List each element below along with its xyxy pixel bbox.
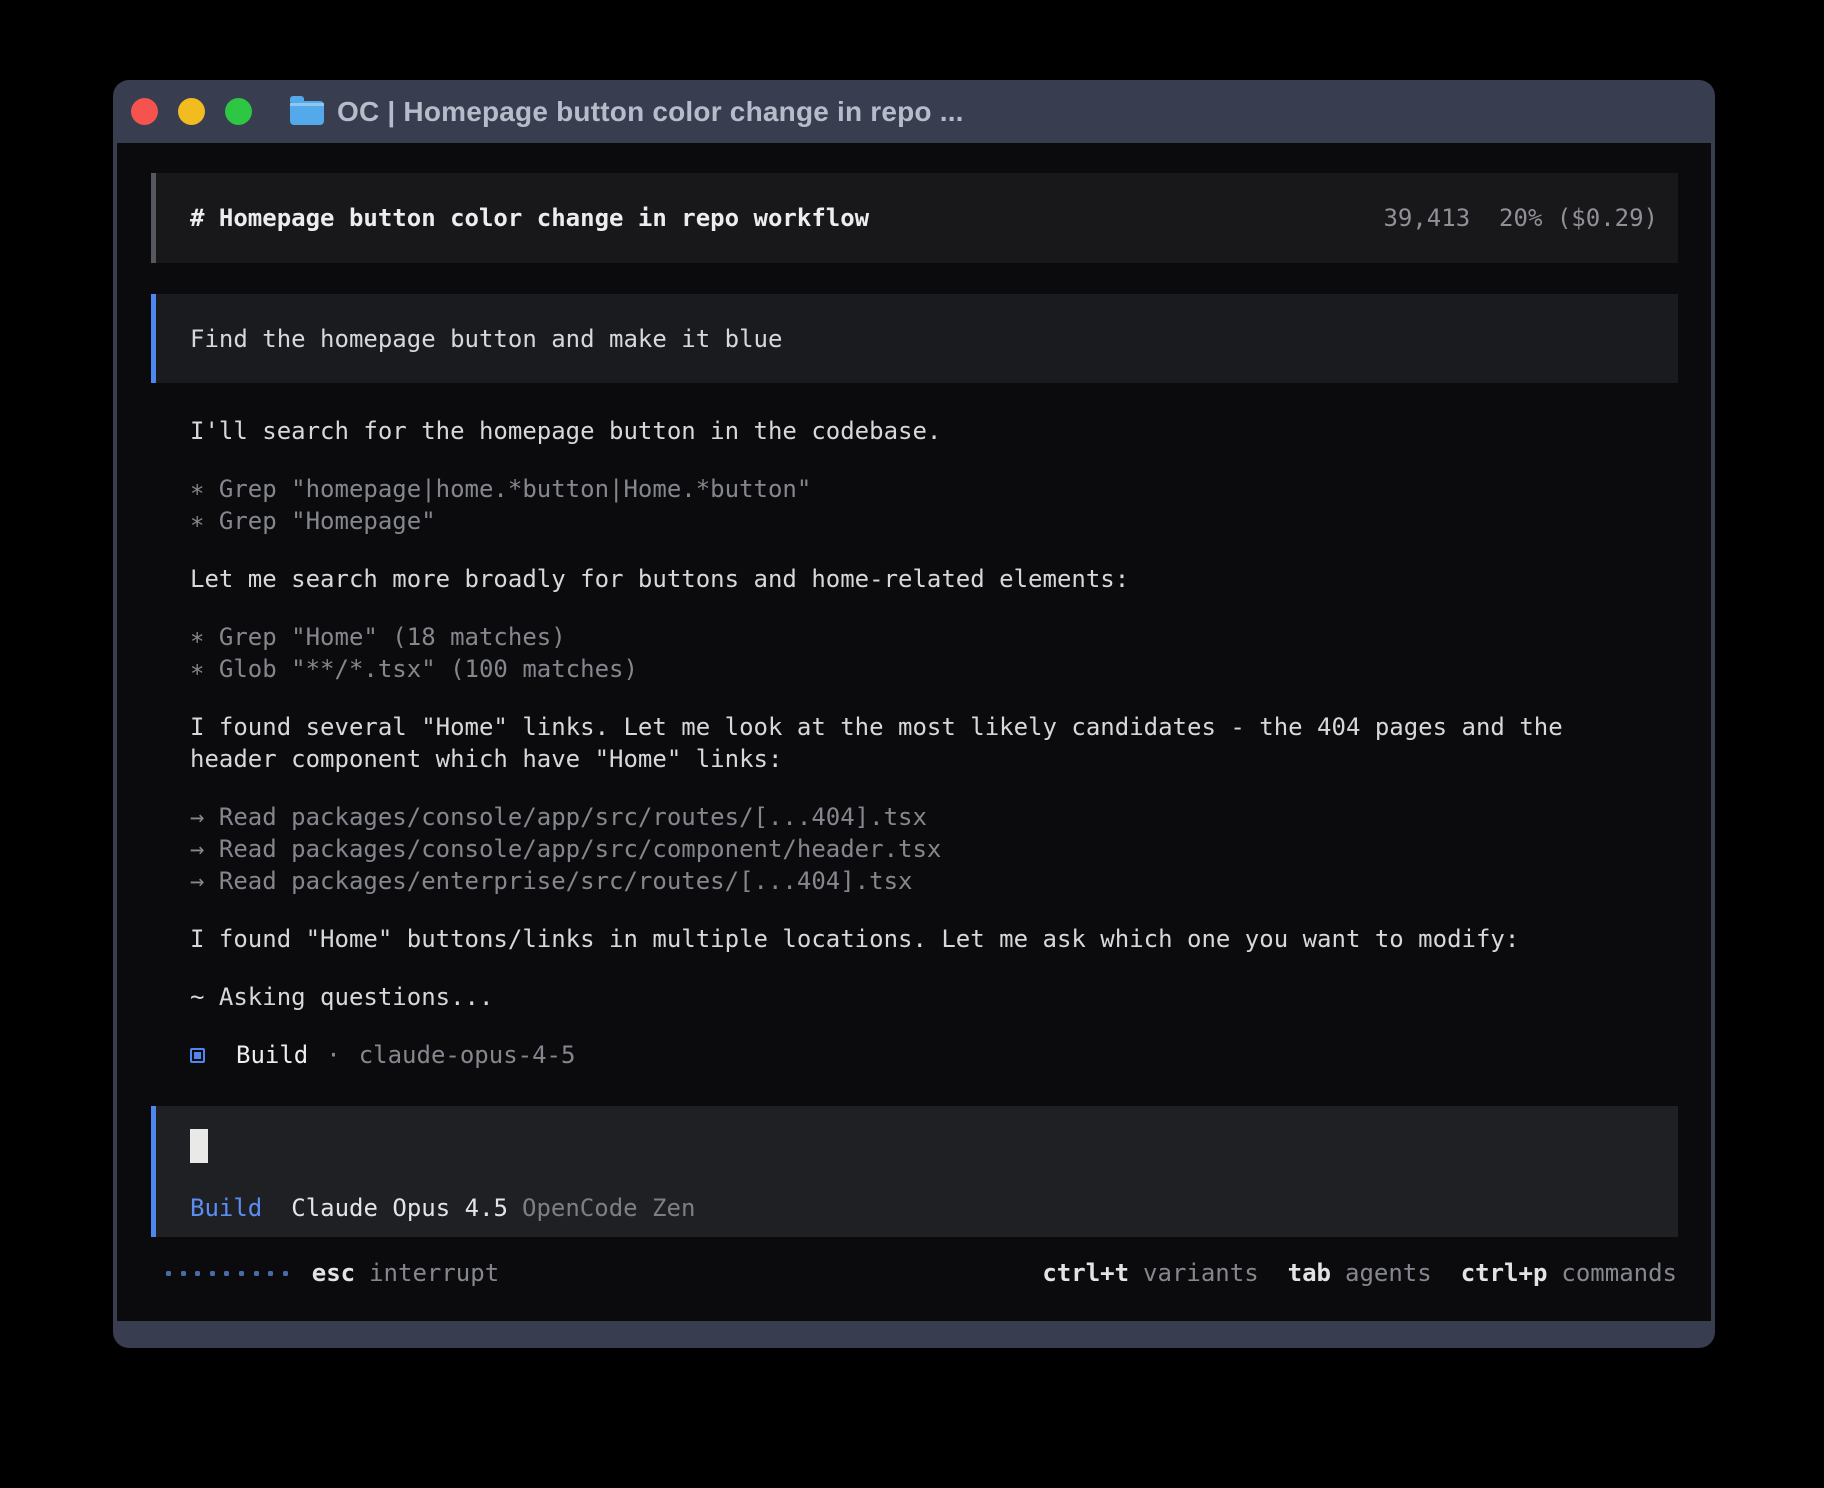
spinner-dot [268, 1271, 273, 1276]
message-line: ∗ Grep "homepage|home.*button|Home.*butt… [190, 473, 1695, 505]
message-line: → Read packages/console/app/src/componen… [190, 833, 1695, 865]
prompt-input[interactable]: Build Claude Opus 4.5 OpenCode Zen [151, 1106, 1678, 1237]
shortcut-commands: ctrl+p commands [1461, 1257, 1677, 1289]
shortcut-label: commands [1561, 1257, 1677, 1289]
folder-icon [290, 101, 324, 125]
assistant-text: ~ Asking questions... [190, 981, 1695, 1013]
message-line: ~ Asking questions... [190, 981, 1695, 1013]
message-line: I found several "Home" links. Let me loo… [190, 711, 1695, 743]
keyboard-shortcuts: ctrl+t variants tab agents ctrl+p commands [1042, 1257, 1677, 1289]
user-message-text: Find the homepage button and make it blu… [190, 325, 782, 353]
assistant-text: I found "Home" buttons/links in multiple… [190, 923, 1695, 955]
terminal-content: # Homepage button color change in repo w… [117, 143, 1711, 1321]
shortcut-key: tab [1288, 1257, 1331, 1289]
spinner-dot [239, 1271, 244, 1276]
text-cursor [190, 1129, 208, 1163]
spinner-dot [254, 1271, 259, 1276]
session-stats: 39,413 20% ($0.29) [1383, 204, 1658, 232]
shortcut-label: agents [1345, 1257, 1432, 1289]
assistant-text: I found several "Home" links. Let me loo… [190, 711, 1695, 775]
message-line: I'll search for the homepage button in t… [190, 415, 1695, 447]
tool-call-group: ∗ Grep "Home" (18 matches)∗ Glob "**/*.t… [190, 621, 1695, 685]
terminal-window: OC | Homepage button color change in rep… [113, 80, 1715, 1348]
shortcut-agents: tab agents [1288, 1257, 1432, 1289]
status-bar: esc interrupt ctrl+tvariantstabagentsctr… [166, 1257, 1677, 1289]
shortcut-label: variants [1143, 1257, 1259, 1289]
window-title: OC | Homepage button color change in rep… [337, 96, 964, 128]
tool-call-group: ∗ Grep "homepage|home.*button|Home.*butt… [190, 473, 1695, 537]
traffic-lights [131, 98, 252, 125]
message-line: ∗ Grep "Homepage" [190, 505, 1695, 537]
message-line: header component which have "Home" links… [190, 743, 1695, 775]
input-model-label: Claude Opus 4.5 [291, 1192, 508, 1224]
spinner-dot [181, 1271, 186, 1276]
spinner-dot [195, 1271, 200, 1276]
spinner-dot [166, 1271, 171, 1276]
shortcut-key: ctrl+p [1461, 1257, 1548, 1289]
conversation-paragraphs: I'll search for the homepage button in t… [190, 415, 1695, 1013]
tool-call-group: → Read packages/console/app/src/routes/[… [190, 801, 1695, 897]
esc-key-hint: esc [312, 1257, 355, 1289]
assistant-text: Let me search more broadly for buttons a… [190, 563, 1695, 595]
session-title: # Homepage button color change in repo w… [190, 204, 869, 232]
user-message: Find the homepage button and make it blu… [151, 294, 1678, 383]
assistant-text: I'll search for the homepage button in t… [190, 415, 1695, 447]
spinner-dot [224, 1271, 229, 1276]
input-provider-label: OpenCode Zen [522, 1192, 695, 1224]
agent-status-row: Build · claude-opus-4-5 [190, 1039, 1695, 1071]
message-line: ∗ Grep "Home" (18 matches) [190, 621, 1695, 653]
minimize-button[interactable] [178, 98, 205, 125]
agent-build-icon [190, 1048, 205, 1063]
message-line: Let me search more broadly for buttons a… [190, 563, 1695, 595]
screen: OC | Homepage button color change in rep… [0, 0, 1824, 1488]
message-line: I found "Home" buttons/links in multiple… [190, 923, 1695, 955]
spinner-dots [166, 1271, 288, 1276]
zoom-button[interactable] [225, 98, 252, 125]
input-agent-label: Build [190, 1192, 262, 1224]
title-bar[interactable]: OC | Homepage button color change in rep… [113, 80, 1715, 143]
status-model-name: claude-opus-4-5 [359, 1039, 576, 1071]
message-line: ∗ Glob "**/*.tsx" (100 matches) [190, 653, 1695, 685]
close-button[interactable] [131, 98, 158, 125]
conversation: I'll search for the homepage button in t… [190, 415, 1695, 1071]
message-line: → Read packages/console/app/src/routes/[… [190, 801, 1695, 833]
session-header: # Homepage button color change in repo w… [151, 173, 1678, 263]
shortcut-key: ctrl+t [1042, 1257, 1129, 1289]
model-row: Build Claude Opus 4.5 OpenCode Zen [190, 1192, 695, 1224]
spinner-dot [283, 1271, 288, 1276]
message-line: → Read packages/enterprise/src/routes/[.… [190, 865, 1695, 897]
esc-action-label: interrupt [369, 1257, 499, 1289]
shortcut-variants: ctrl+t variants [1042, 1257, 1258, 1289]
status-agent-name: Build [236, 1039, 308, 1071]
status-separator: · [326, 1039, 340, 1071]
spinner-dot [210, 1271, 215, 1276]
